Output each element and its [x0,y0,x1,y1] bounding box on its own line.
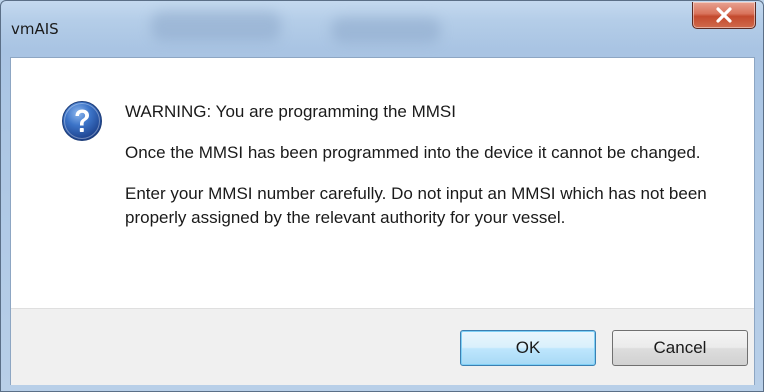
message-paragraph-1: Once the MMSI has been programmed into t… [125,143,701,162]
ok-button[interactable]: OK [460,330,596,366]
dialog-client-area: WARNING: You are programming the MMSI On… [10,57,755,385]
message-paragraph-2: Enter your MMSI number carefully. Do not… [125,184,707,227]
glass-reflection [151,11,281,41]
close-icon [716,7,732,23]
dialog-window: vmAIS WARNING: You are programming the M… [0,0,764,392]
glass-reflection [331,17,441,43]
button-bar: OK Cancel [11,308,754,385]
window-title: vmAIS [11,20,59,38]
message-area: WARNING: You are programming the MMSI On… [11,58,754,308]
close-button[interactable] [692,2,756,29]
question-icon [62,101,102,141]
cancel-button[interactable]: Cancel [612,330,748,366]
warning-heading: WARNING: You are programming the MMSI [125,102,456,121]
message-text: WARNING: You are programming the MMSI On… [125,100,735,230]
